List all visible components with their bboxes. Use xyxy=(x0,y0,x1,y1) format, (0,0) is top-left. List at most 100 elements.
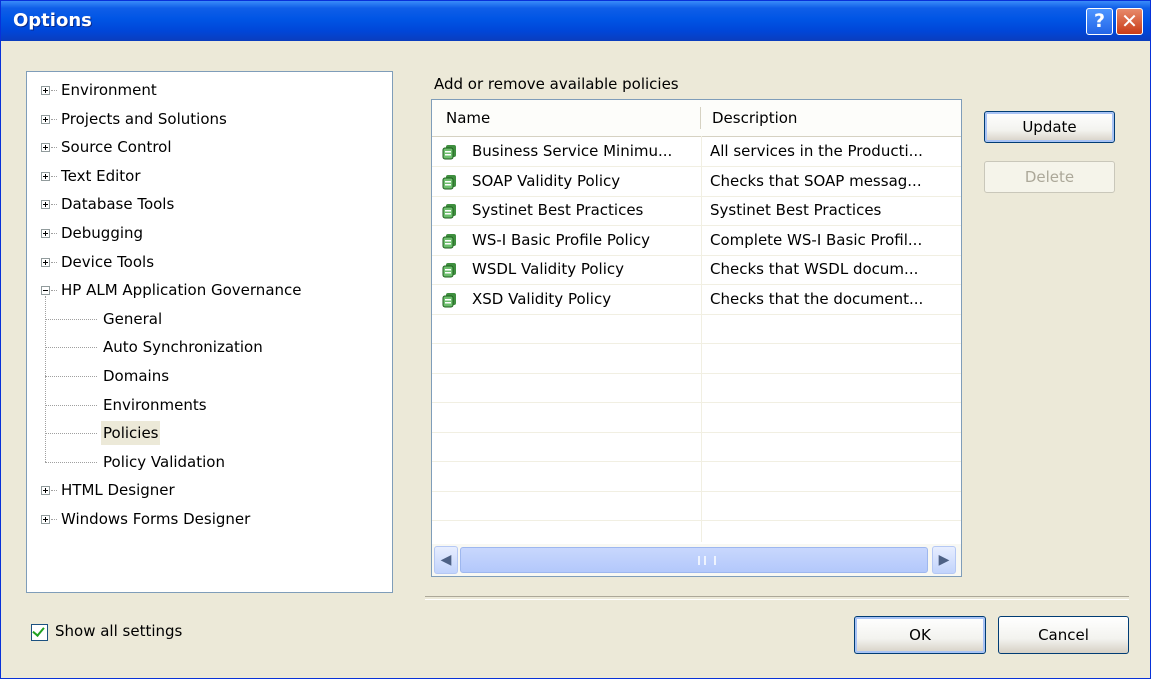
policies-section-label: Add or remove available policies xyxy=(434,75,679,93)
tree-node-label: Environment xyxy=(61,81,157,99)
scroll-right-icon[interactable]: ▶ xyxy=(932,546,956,574)
tree-line xyxy=(45,296,46,462)
tree-node-label: HP ALM Application Governance xyxy=(61,281,302,300)
column-header-name[interactable]: Name xyxy=(446,100,490,136)
cancel-button[interactable]: Cancel xyxy=(998,616,1129,654)
empty-row xyxy=(432,432,961,462)
empty-row xyxy=(432,462,961,492)
tree-node-label: Policy Validation xyxy=(103,452,225,471)
tree-node-label: Domains xyxy=(103,367,170,385)
table-row[interactable]: SOAP Validity Policy Checks that SOAP mes… xyxy=(432,167,961,197)
options-tree[interactable]: Environment Projects and Solutions Source … xyxy=(26,71,393,593)
window-title: Options xyxy=(13,10,92,31)
grid-line xyxy=(701,136,702,542)
tree-line xyxy=(51,490,57,492)
tree-line xyxy=(45,318,97,320)
delete-button[interactable]: Delete xyxy=(984,161,1115,193)
scroll-left-icon[interactable]: ◀ xyxy=(434,546,458,574)
table-row[interactable]: Business Service Minimu... All services i… xyxy=(432,137,961,167)
policy-name: Business Service Minimu... xyxy=(472,142,673,160)
tree-node-label: Debugging xyxy=(61,224,144,242)
ok-button[interactable]: OK xyxy=(854,616,986,654)
policy-description: Checks that WSDL docum... xyxy=(710,260,919,278)
show-all-settings-checkbox[interactable] xyxy=(31,624,48,641)
tree-node-label: Database Tools xyxy=(61,195,175,214)
tree-line xyxy=(51,233,57,234)
policy-description: Complete WS-I Basic Profil... xyxy=(710,230,923,249)
tree-line xyxy=(51,290,57,292)
tree-node-label: Projects and Solutions xyxy=(61,109,227,128)
options-dialog: Options ? ✕ Environment Projects and Solu… xyxy=(0,0,1151,679)
policy-icon xyxy=(442,204,456,219)
empty-row xyxy=(432,373,961,403)
policy-icon xyxy=(442,174,456,189)
title-bar[interactable]: Options ? ✕ xyxy=(1,1,1150,41)
empty-row xyxy=(432,314,961,344)
expand-icon[interactable] xyxy=(41,200,50,210)
tree-line xyxy=(51,261,57,263)
update-button[interactable]: Update xyxy=(984,111,1115,143)
help-button[interactable]: ? xyxy=(1086,8,1113,35)
tree-node-label: Auto Synchronization xyxy=(103,338,263,357)
empty-row xyxy=(432,344,961,374)
table-row[interactable]: XSD Validity Policy Checks that the docum… xyxy=(432,285,961,315)
tree-line xyxy=(45,433,97,435)
checkmark-icon xyxy=(32,624,45,637)
policy-name: XSD Validity Policy xyxy=(472,289,612,308)
policy-description: Checks that the document... xyxy=(710,289,924,308)
tree-node-label: HTML Designer xyxy=(61,481,175,500)
table-row[interactable]: WS-I Basic Profile Policy Complete WS-I B… xyxy=(432,226,961,256)
table-row[interactable]: Systinet Best Practices Systinet Best Pra… xyxy=(432,196,961,226)
tree-line xyxy=(45,461,97,463)
tree-node-label: Device Tools xyxy=(61,252,155,271)
tree-line xyxy=(51,204,57,206)
tree-line xyxy=(51,90,57,91)
tree-node-label: Windows Forms Designer xyxy=(61,510,251,528)
policies-list[interactable]: Name Description Business Service Minimu… xyxy=(431,99,962,577)
policy-name: WS-I Basic Profile Policy xyxy=(472,230,650,249)
expand-icon[interactable] xyxy=(41,114,50,124)
policy-name: Systinet Best Practices xyxy=(472,201,644,219)
expand-icon[interactable] xyxy=(41,86,50,95)
grip-icon xyxy=(698,556,716,565)
tree-node-label: Source Control xyxy=(61,138,172,157)
separator xyxy=(425,596,1129,600)
empty-row xyxy=(432,491,961,521)
horizontal-scrollbar[interactable]: ◀ ▶ xyxy=(432,544,961,576)
policy-icon xyxy=(442,263,456,278)
tree-line xyxy=(45,376,97,377)
expand-icon[interactable] xyxy=(41,143,50,153)
expand-icon[interactable] xyxy=(41,486,50,496)
tree-node-label: General xyxy=(103,309,163,328)
expand-icon[interactable] xyxy=(41,515,50,524)
tree-node-label: Policies xyxy=(101,421,161,446)
tree-node-label: Environments xyxy=(103,395,207,414)
collapse-icon[interactable] xyxy=(41,286,50,296)
empty-row xyxy=(432,403,961,433)
policy-icon xyxy=(442,145,456,160)
scroll-thumb[interactable] xyxy=(460,547,928,573)
expand-icon[interactable] xyxy=(41,257,50,267)
tree-line xyxy=(51,519,57,520)
list-header: Name Description xyxy=(432,100,961,137)
policy-name: SOAP Validity Policy xyxy=(472,171,621,190)
tree-line xyxy=(51,147,57,149)
policy-description: All services in the Producti... xyxy=(710,142,923,160)
policy-name: WSDL Validity Policy xyxy=(472,260,625,278)
tree-line xyxy=(51,118,57,120)
close-button[interactable]: ✕ xyxy=(1116,8,1143,35)
policy-description: Checks that SOAP messag... xyxy=(710,171,922,190)
column-header-description[interactable]: Description xyxy=(712,100,797,136)
policy-icon xyxy=(442,233,456,248)
expand-icon[interactable] xyxy=(41,171,50,181)
tree-line xyxy=(51,175,57,177)
table-row[interactable]: WSDL Validity Policy Checks that WSDL doc… xyxy=(432,255,961,285)
tree-line xyxy=(45,404,97,406)
tree-node-label: Text Editor xyxy=(61,166,141,185)
policy-description: Systinet Best Practices xyxy=(710,201,882,219)
expand-icon[interactable] xyxy=(41,229,50,238)
column-divider[interactable] xyxy=(700,107,701,129)
policy-icon xyxy=(442,292,456,307)
show-all-settings-label[interactable]: Show all settings xyxy=(55,622,182,640)
tree-line xyxy=(45,347,97,349)
